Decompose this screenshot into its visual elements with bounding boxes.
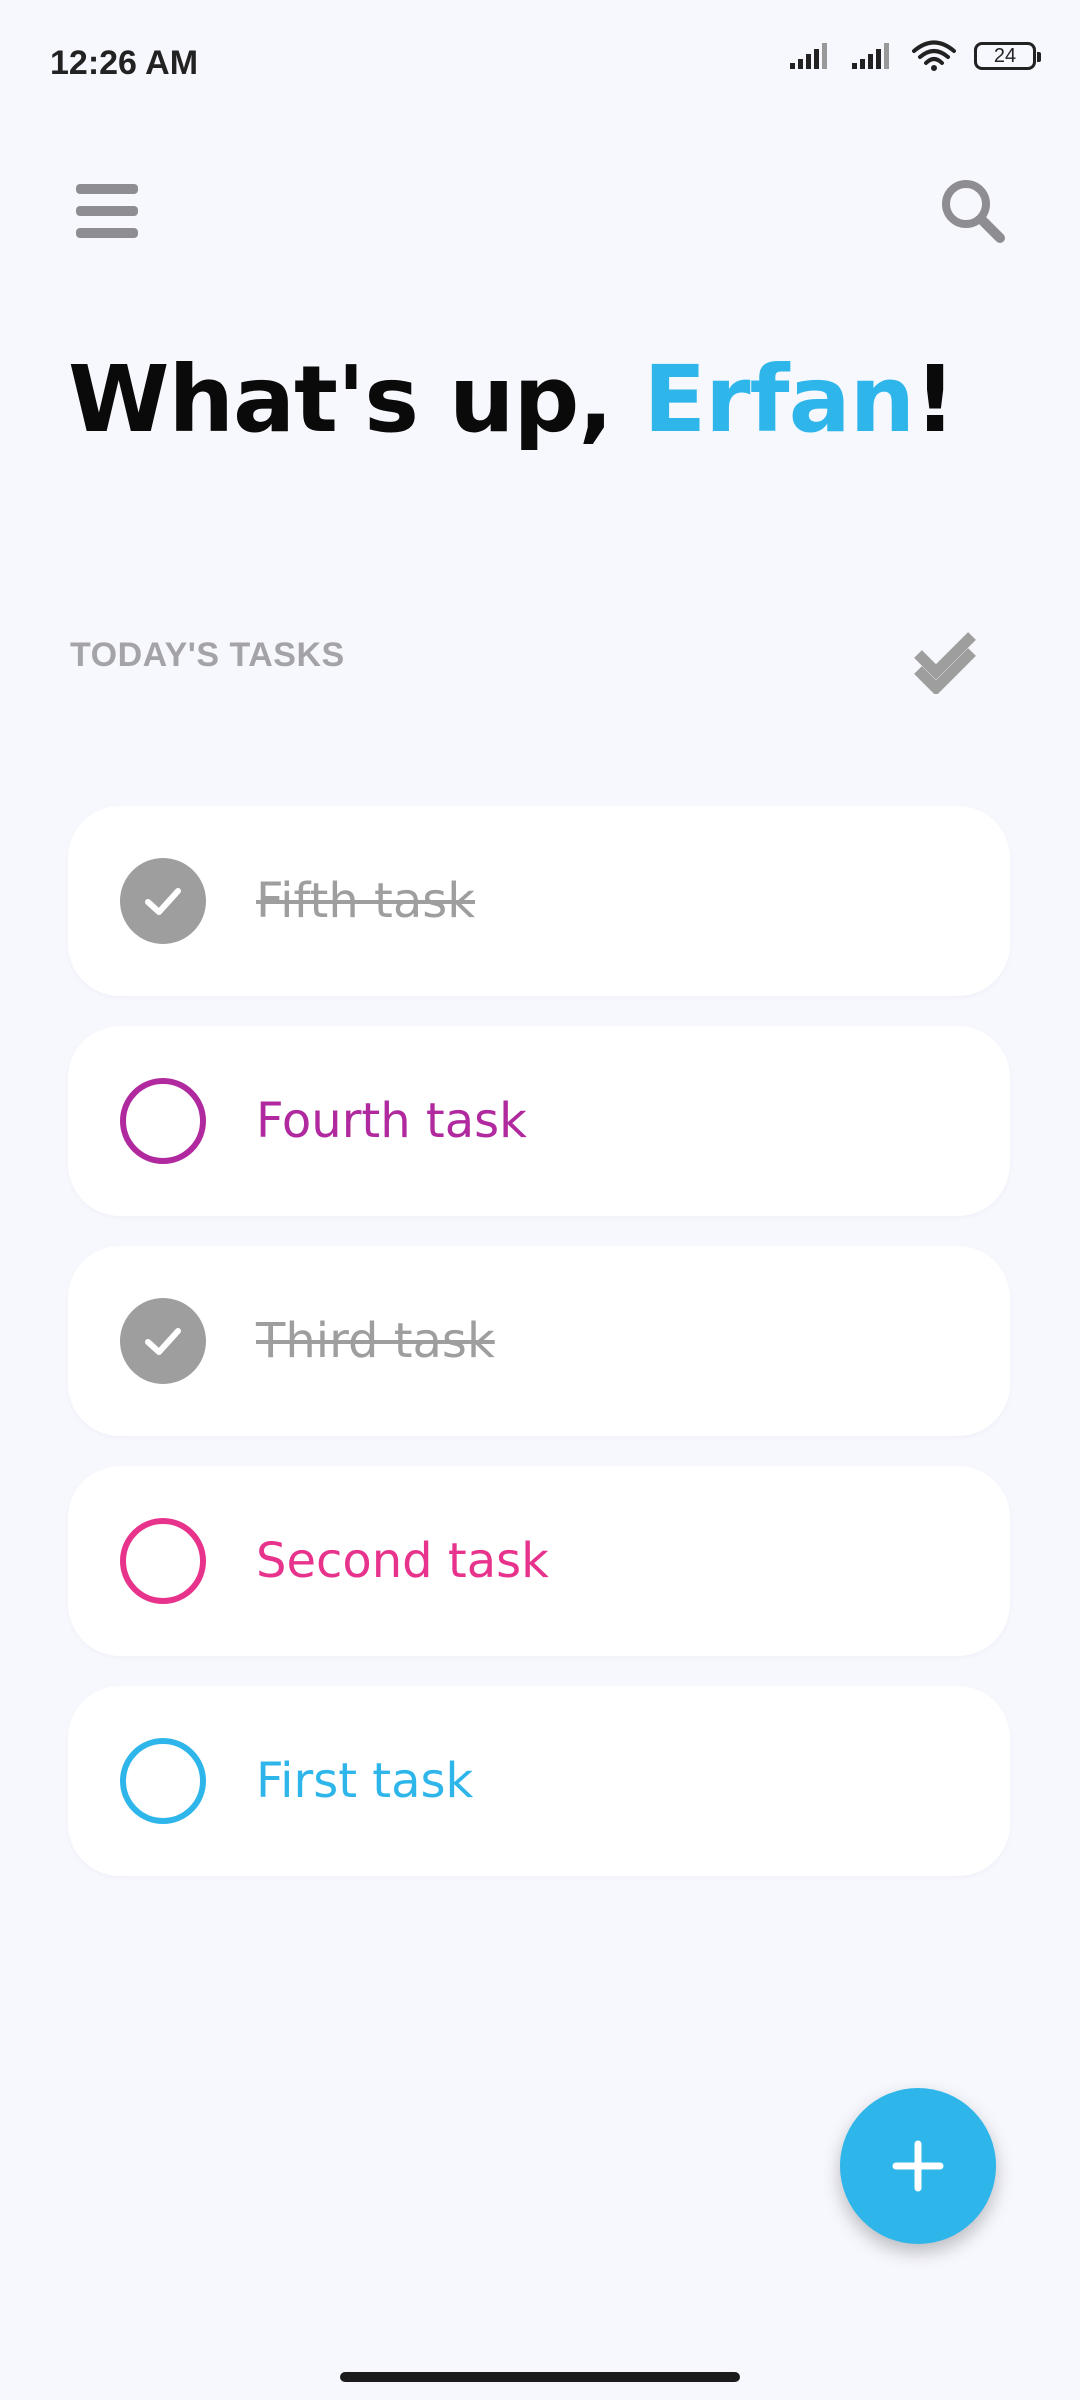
- search-button[interactable]: [938, 176, 1008, 246]
- user-name: Erfan: [643, 346, 915, 453]
- battery-icon: 24: [974, 42, 1041, 70]
- task-item[interactable]: Fifth task: [68, 806, 1010, 996]
- complete-all-button[interactable]: [910, 624, 984, 696]
- task-checkbox[interactable]: [120, 1078, 206, 1164]
- menu-button[interactable]: [76, 182, 138, 240]
- greeting-suffix: !: [914, 346, 956, 453]
- task-label: Fourth task: [256, 1093, 527, 1149]
- status-bar: 12:26 AM 24: [0, 0, 1080, 130]
- task-label: First task: [256, 1753, 474, 1809]
- home-indicator: [340, 2372, 740, 2382]
- task-item[interactable]: Third task: [68, 1246, 1010, 1436]
- search-icon: [942, 180, 1005, 243]
- task-label: Third task: [256, 1313, 495, 1369]
- battery-level: 24: [993, 44, 1017, 67]
- menu-icon: [76, 184, 138, 238]
- signal-icon: [852, 43, 889, 69]
- plus-icon: [892, 2140, 944, 2192]
- add-task-button[interactable]: [840, 2088, 996, 2244]
- task-label: Second task: [256, 1533, 549, 1589]
- task-item[interactable]: Fourth task: [68, 1026, 1010, 1216]
- checkmark-icon: [145, 888, 181, 915]
- task-item[interactable]: First task: [68, 1686, 1010, 1876]
- section-title: TODAY'S TASKS: [70, 636, 345, 674]
- status-icons: 24: [788, 40, 1041, 72]
- status-time: 12:26 AM: [50, 44, 199, 82]
- task-item[interactable]: Second task: [68, 1466, 1010, 1656]
- wifi-icon: [912, 40, 956, 71]
- checkmark-icon: [145, 1328, 181, 1355]
- double-check-icon: [914, 632, 976, 696]
- greeting-title: What's up, Erfan!: [68, 346, 956, 453]
- task-checkbox[interactable]: [120, 1298, 206, 1384]
- task-label: Fifth task: [256, 873, 476, 929]
- task-checkbox[interactable]: [120, 1738, 206, 1824]
- task-checkbox[interactable]: [120, 858, 206, 944]
- greeting-prefix: What's up,: [68, 346, 644, 453]
- task-checkbox[interactable]: [120, 1518, 206, 1604]
- signal-icon: [790, 43, 827, 69]
